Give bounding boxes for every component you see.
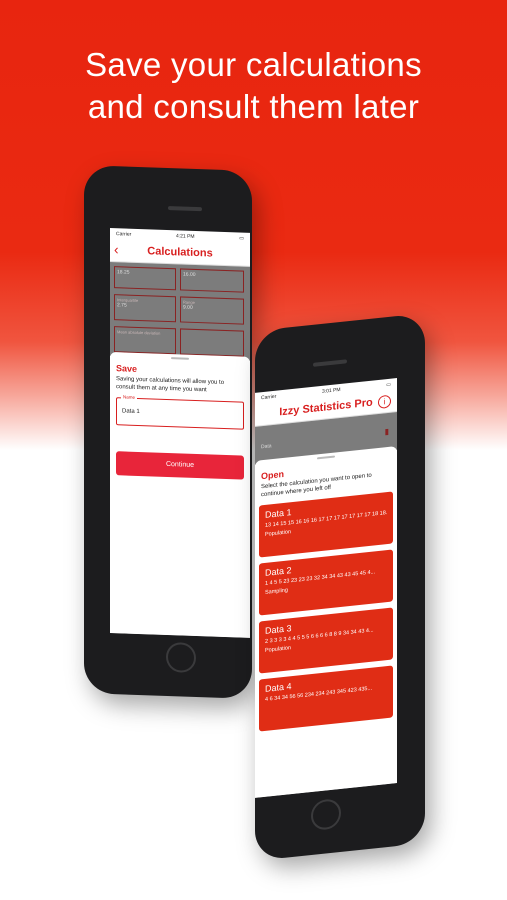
- phone-open: Carrier 3:01 PM ▭ Izzy Statistics Pro i …: [255, 313, 425, 861]
- list-item[interactable]: Data 4 4 6 34 34 56 56 234 234 243 345 4…: [259, 665, 393, 732]
- back-chevron-icon[interactable]: ‹: [114, 241, 119, 257]
- result-field: 18.25: [114, 266, 176, 291]
- name-input[interactable]: Name Data 1: [116, 394, 244, 430]
- phone-save: Carrier 4:21 PM ▭ ‹ Calculations 18.25 1…: [84, 165, 252, 699]
- result-field: [180, 328, 244, 357]
- battery-icon: ▭: [239, 235, 244, 242]
- headline: Save your calculations and consult them …: [0, 44, 507, 128]
- phone-speaker: [313, 359, 347, 367]
- results-area: 18.25 16.00 Interquartile 2.75 Range 9.00 …: [110, 261, 250, 361]
- continue-button[interactable]: Continue: [116, 451, 244, 480]
- home-button: [311, 797, 341, 832]
- save-sheet: Save Saving your calculations will allow…: [110, 351, 250, 638]
- headline-line-1: Save your calculations: [85, 46, 422, 83]
- page-title: Calculations: [147, 245, 213, 260]
- list-item[interactable]: Data 3 2 3 3 3 3 4 4 5 5 5 6 6 6 6 8 8 9…: [259, 607, 393, 674]
- result-field: 16.00: [180, 268, 244, 293]
- result-field: Mean absolute deviation: [114, 326, 176, 355]
- save-description: Saving your calculations will allow you …: [116, 376, 225, 394]
- result-field: Interquartile 2.75: [114, 294, 176, 323]
- headline-line-2: and consult them later: [87, 88, 420, 125]
- open-screen: Carrier 3:01 PM ▭ Izzy Statistics Pro i …: [255, 378, 397, 798]
- sheet-grip[interactable]: [317, 455, 335, 460]
- phone-speaker: [168, 206, 202, 212]
- open-sheet: Open Select the calculation you want to …: [255, 446, 397, 798]
- paste-icon: ▮: [384, 426, 389, 437]
- save-screen: Carrier 4:21 PM ▭ ‹ Calculations 18.25 1…: [110, 227, 250, 638]
- list-item[interactable]: Data 1 13 14 15 15 16 16 16 17 17 17 17 …: [259, 491, 393, 558]
- home-button: [166, 641, 196, 673]
- info-icon[interactable]: i: [378, 394, 391, 410]
- sheet-grip[interactable]: [171, 357, 189, 360]
- name-value[interactable]: Data 1: [122, 408, 140, 415]
- name-label: Name: [121, 394, 138, 400]
- list-item[interactable]: Data 2 1 4 5 5 23 23 23 23 32 34 34 43 4…: [259, 549, 393, 616]
- result-field: Range 9.00: [180, 296, 244, 325]
